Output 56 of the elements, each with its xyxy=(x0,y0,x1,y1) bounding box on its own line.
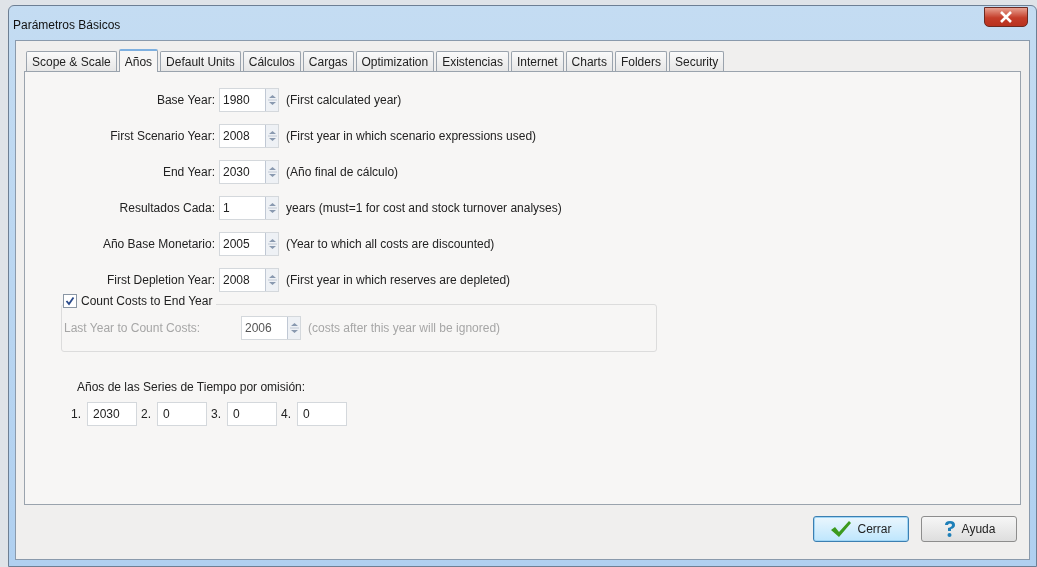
close-icon xyxy=(999,11,1013,23)
field-hint: (Year to which all costs are discounted) xyxy=(285,237,495,251)
field-hint: (costs after this year will be ignored) xyxy=(307,321,501,335)
tab[interactable]: Cálculos xyxy=(242,51,301,71)
tab[interactable]: Existencias xyxy=(436,51,509,71)
year-field[interactable]: 0 xyxy=(227,402,278,426)
year-field[interactable]: 2030 xyxy=(87,402,137,426)
close-button[interactable] xyxy=(984,7,1028,27)
year-field[interactable]: 0 xyxy=(157,402,208,426)
field-hint: (Año final de cálculo) xyxy=(285,165,399,179)
spin-field[interactable]: 2030 xyxy=(219,160,279,184)
spinner-arrows-icon[interactable] xyxy=(265,125,278,147)
index-label: 3. xyxy=(211,407,222,421)
field-hint: (First year in which reserves are depleted) xyxy=(285,273,511,287)
checkbox-label: Count Costs to End Year xyxy=(81,294,213,308)
tab[interactable]: Folders xyxy=(614,51,667,71)
tab[interactable]: Internet xyxy=(510,51,564,71)
tab[interactable]: Charts xyxy=(565,51,613,71)
spin-field[interactable]: 2008 xyxy=(219,268,279,292)
spinner-arrows-icon[interactable] xyxy=(265,89,278,111)
spinner-arrows-icon[interactable] xyxy=(265,161,278,183)
spin-field[interactable]: 1980 xyxy=(219,88,279,112)
spin-field[interactable]: 1 xyxy=(219,196,279,220)
spinner-arrows-icon[interactable] xyxy=(265,233,278,255)
field-label: Base Year: xyxy=(155,93,216,107)
spinner-arrows-icon[interactable] xyxy=(265,197,278,219)
tab[interactable]: Optimization xyxy=(355,51,435,71)
index-label: 2. xyxy=(141,407,152,421)
checkmark-icon xyxy=(830,520,853,538)
spin-field[interactable]: 2005 xyxy=(219,232,279,256)
help-button[interactable]: Ayuda xyxy=(921,516,1017,542)
field-label: First Scenario Year: xyxy=(109,129,216,143)
question-mark-icon xyxy=(942,520,957,538)
field-hint: years (must=1 for cost and stock turnover analyses) xyxy=(285,201,562,215)
index-label: 1. xyxy=(71,407,81,421)
field-label: Resultados Cada: xyxy=(118,201,216,215)
spin-field[interactable]: 2008 xyxy=(219,124,279,148)
index-label: 4. xyxy=(281,407,292,421)
field-label: First Depletion Year: xyxy=(105,273,216,287)
tab[interactable]: Security xyxy=(668,51,725,71)
window-title: Parámetros Básicos xyxy=(13,18,121,32)
tab[interactable]: Años xyxy=(118,49,159,72)
spinner-arrows-icon[interactable] xyxy=(265,269,278,291)
close-dialog-button[interactable]: Cerrar xyxy=(813,516,909,542)
field-label: Last Year to Count Costs: xyxy=(63,321,202,335)
tab[interactable]: Cargas xyxy=(302,51,354,71)
field-label: Año Base Monetario: xyxy=(101,237,216,251)
section-label: Años de las Series de Tiempo por omisión: xyxy=(77,380,307,394)
tab[interactable]: Scope & Scale xyxy=(26,51,117,71)
field-label: End Year: xyxy=(161,165,216,179)
year-field[interactable]: 0 xyxy=(297,402,348,426)
spinner-arrows-icon[interactable] xyxy=(287,317,300,339)
tab[interactable]: Default Units xyxy=(160,51,241,71)
field-hint: (First calculated year) xyxy=(285,93,402,107)
checkbox[interactable] xyxy=(63,294,77,308)
field-hint: (First year in which scenario expressions used) xyxy=(285,129,537,143)
